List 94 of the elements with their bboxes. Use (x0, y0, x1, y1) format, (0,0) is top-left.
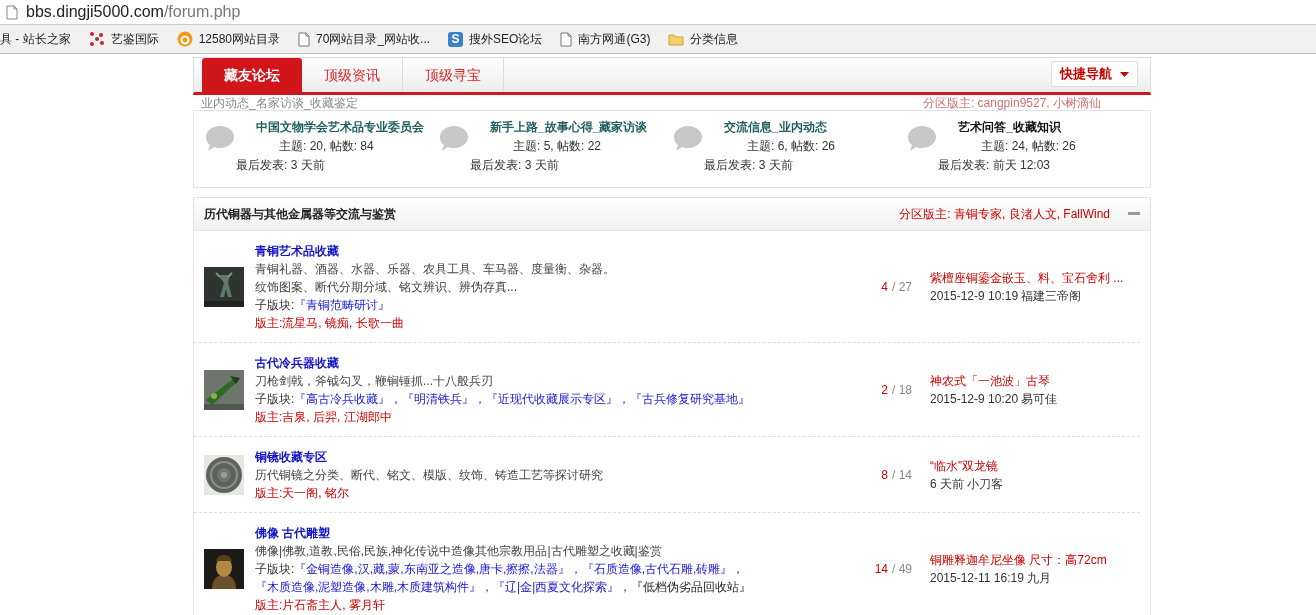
today-count: 2 (881, 383, 888, 397)
today-count: 4 (881, 280, 888, 294)
moderator-label: 版主: (255, 598, 283, 612)
forum-stats: 主题: 6, 帖数: 26 (747, 138, 836, 155)
forum-description: 纹饰图案、断代分期分域、铭文辨识、辨伪存真... (255, 279, 518, 296)
total-count: / 18 (892, 383, 912, 397)
subforum-link[interactable]: 『木质造像,泥塑造像,木雕,木质建筑构件』 (255, 580, 481, 594)
subforum-link[interactable]: 『低档伪劣品回收站』 (631, 580, 752, 594)
page-icon (298, 31, 311, 47)
subforum-label: 子版块: (255, 392, 295, 406)
last-post-time: 最后发表: 3 天前 (236, 157, 326, 174)
last-post-meta: 2015-12-11 16:19 九月 (930, 570, 1053, 587)
moderator-links[interactable]: 吉泉, 后羿, 江湖郎中 (282, 410, 392, 424)
forum-description: 佛像|佛教,道教,民俗,民族,神化传说中造像其他宗教用品|古代雕塑之收藏|鉴赏 (255, 543, 663, 560)
forum-stats: 主题: 20, 帖数: 84 (279, 138, 375, 155)
moderator-links[interactable]: 流星马, 镜痴, 长歌一曲 (282, 316, 404, 330)
section-moderators: 分区版主: 青铜专家, 良渚人文, FallWind (899, 205, 1110, 223)
bookmark[interactable]: 70网站目录_网站收... (298, 30, 431, 48)
total-count: / 27 (892, 280, 912, 294)
speech-bubble-icon (906, 123, 938, 151)
moderator-label: 版主: (255, 486, 283, 500)
last-post-time: 最后发表: 3 天前 (704, 157, 794, 174)
last-post-time: 最后发表: 前天 12:03 (938, 157, 1052, 174)
separator: ， (390, 392, 403, 406)
subforum-link[interactable]: 『明清铁兵』 (402, 392, 475, 406)
forum-link[interactable]: 铜镜收藏专区 (255, 448, 856, 466)
forum-link[interactable]: 佛像 古代雕塑 (255, 524, 856, 542)
last-post-link[interactable]: 铜雕释迦牟尼坐像 尺寸：高72cm (930, 551, 1140, 569)
subforum-link[interactable]: 『青铜范畴研讨』 (294, 298, 391, 312)
separator: ， (732, 562, 745, 576)
forum-link[interactable]: 新手上路_故事心得_藏家访谈 (490, 119, 648, 136)
moderator-links[interactable]: 天一阁, 铭尔 (282, 486, 349, 500)
forum-link[interactable]: 中国文物学会艺术品专业委员会 (256, 119, 424, 136)
moderator-links[interactable]: 片石斋主人, 雾月轩 (282, 598, 385, 612)
today-count: 8 (881, 468, 888, 482)
total-count: / 14 (892, 468, 912, 482)
speech-bubble-icon (672, 123, 704, 151)
last-post-link[interactable]: 紫檀座铜鎏金嵌玉、料、宝石舍利 ... (930, 269, 1140, 287)
separator: ， (569, 562, 582, 576)
total-count: / 49 (892, 562, 912, 576)
last-post-link[interactable]: “临水”双龙镜 (930, 457, 1140, 475)
quick-nav-button[interactable]: 快捷导航 (1051, 61, 1138, 87)
forum-stats: 主题: 24, 帖数: 26 (981, 138, 1076, 155)
forum-link[interactable]: 交流信息_业内动态 (724, 119, 836, 136)
speech-bubble-icon (204, 123, 236, 151)
subforum-link[interactable]: 『金铜造像,汉,藏,蒙,东南亚之造像,唐卡,擦擦,法器』 (294, 562, 570, 576)
last-post-meta: 2015-12-9 10:19 福建三帝阁 (930, 288, 1083, 305)
nav-tab[interactable]: 顶级寻宝 (403, 58, 504, 92)
last-post-meta: 2015-12-9 10:20 易可佳 (930, 391, 1059, 408)
caret-icon (1120, 71, 1129, 77)
separator: ， (618, 392, 631, 406)
nav-tab[interactable]: 顶级资讯 (302, 58, 403, 92)
faded-text: 分区版主: cangpin9527, 小树滴仙 (922, 96, 1101, 110)
subforum-link[interactable]: 『高古冷兵收藏』 (294, 392, 391, 406)
bookmark[interactable]: 南方网通(G3) (560, 30, 651, 48)
bookmark[interactable]: 具 - 站长之家 (0, 30, 71, 48)
subforum-link[interactable]: 『古兵修复研究基地』 (630, 392, 751, 406)
moderator-label: 版主: (255, 316, 283, 330)
subforum-link[interactable]: 『近现代收藏展示专区』 (486, 392, 619, 406)
bookmark[interactable]: 艺鉴国际 (88, 30, 159, 48)
speech-bubble-icon (438, 123, 470, 151)
collapse-icon[interactable] (1128, 212, 1140, 216)
forum-description: 刀枪剑戟，斧钺勾叉，鞭锏锤抓...十八般兵刃 (255, 373, 494, 390)
logo-icon: S (448, 31, 464, 47)
nav-tab[interactable]: 藏友论坛 (202, 58, 302, 92)
subforum-link[interactable]: 『石质造像,古代石雕,砖雕』 (581, 562, 733, 576)
separator: ， (481, 580, 493, 594)
subforum-link[interactable]: 『辽|金|西夏文化探索』 (493, 580, 620, 594)
moderator-label: 版主: (255, 410, 283, 424)
section-title: 历代铜器与其他金属器等交流与鉴赏 (204, 205, 396, 223)
bookmark[interactable]: 分类信息 (668, 30, 739, 48)
dots-icon (88, 31, 105, 47)
forum-link[interactable]: 艺术问答_收藏知识 (958, 119, 1076, 136)
separator: ， (474, 392, 487, 406)
forum-stats: 主题: 5, 帖数: 22 (513, 138, 603, 155)
forum-link[interactable]: 古代冷兵器收藏 (255, 354, 856, 372)
bookmark[interactable]: S 搜外SEO论坛 (448, 30, 543, 48)
forum-description: 历代铜镜之分类、断代、铭文、模版、纹饰、铸造工艺等探讨研究 (255, 467, 604, 484)
last-post-time: 最后发表: 3 天前 (470, 157, 560, 174)
subforum-label: 子版块: (255, 562, 295, 576)
last-post-link[interactable]: 神农式「一池波」古琴 (930, 372, 1140, 390)
folder-icon (668, 32, 685, 46)
page-icon (560, 31, 573, 47)
badge-icon (176, 31, 193, 47)
forum-description: 青铜礼器、酒器、水器、乐器、农具工具、车马器、度量衡、杂器。 (255, 261, 616, 278)
last-post-meta: 6 天前 小刀客 (930, 476, 1005, 493)
bookmark[interactable]: 12580网站目录 (176, 30, 281, 48)
page-icon (6, 4, 18, 20)
forum-link[interactable]: 青铜艺术品收藏 (255, 242, 856, 260)
today-count: 14 (874, 562, 888, 576)
subforum-label: 子版块: (255, 298, 295, 312)
separator: ， (619, 580, 632, 594)
address-field[interactable]: bbs.dingji5000.com/forum.php (26, 3, 241, 21)
faded-text: 业内动态_名家访谈_收藏鉴定 (201, 96, 359, 110)
